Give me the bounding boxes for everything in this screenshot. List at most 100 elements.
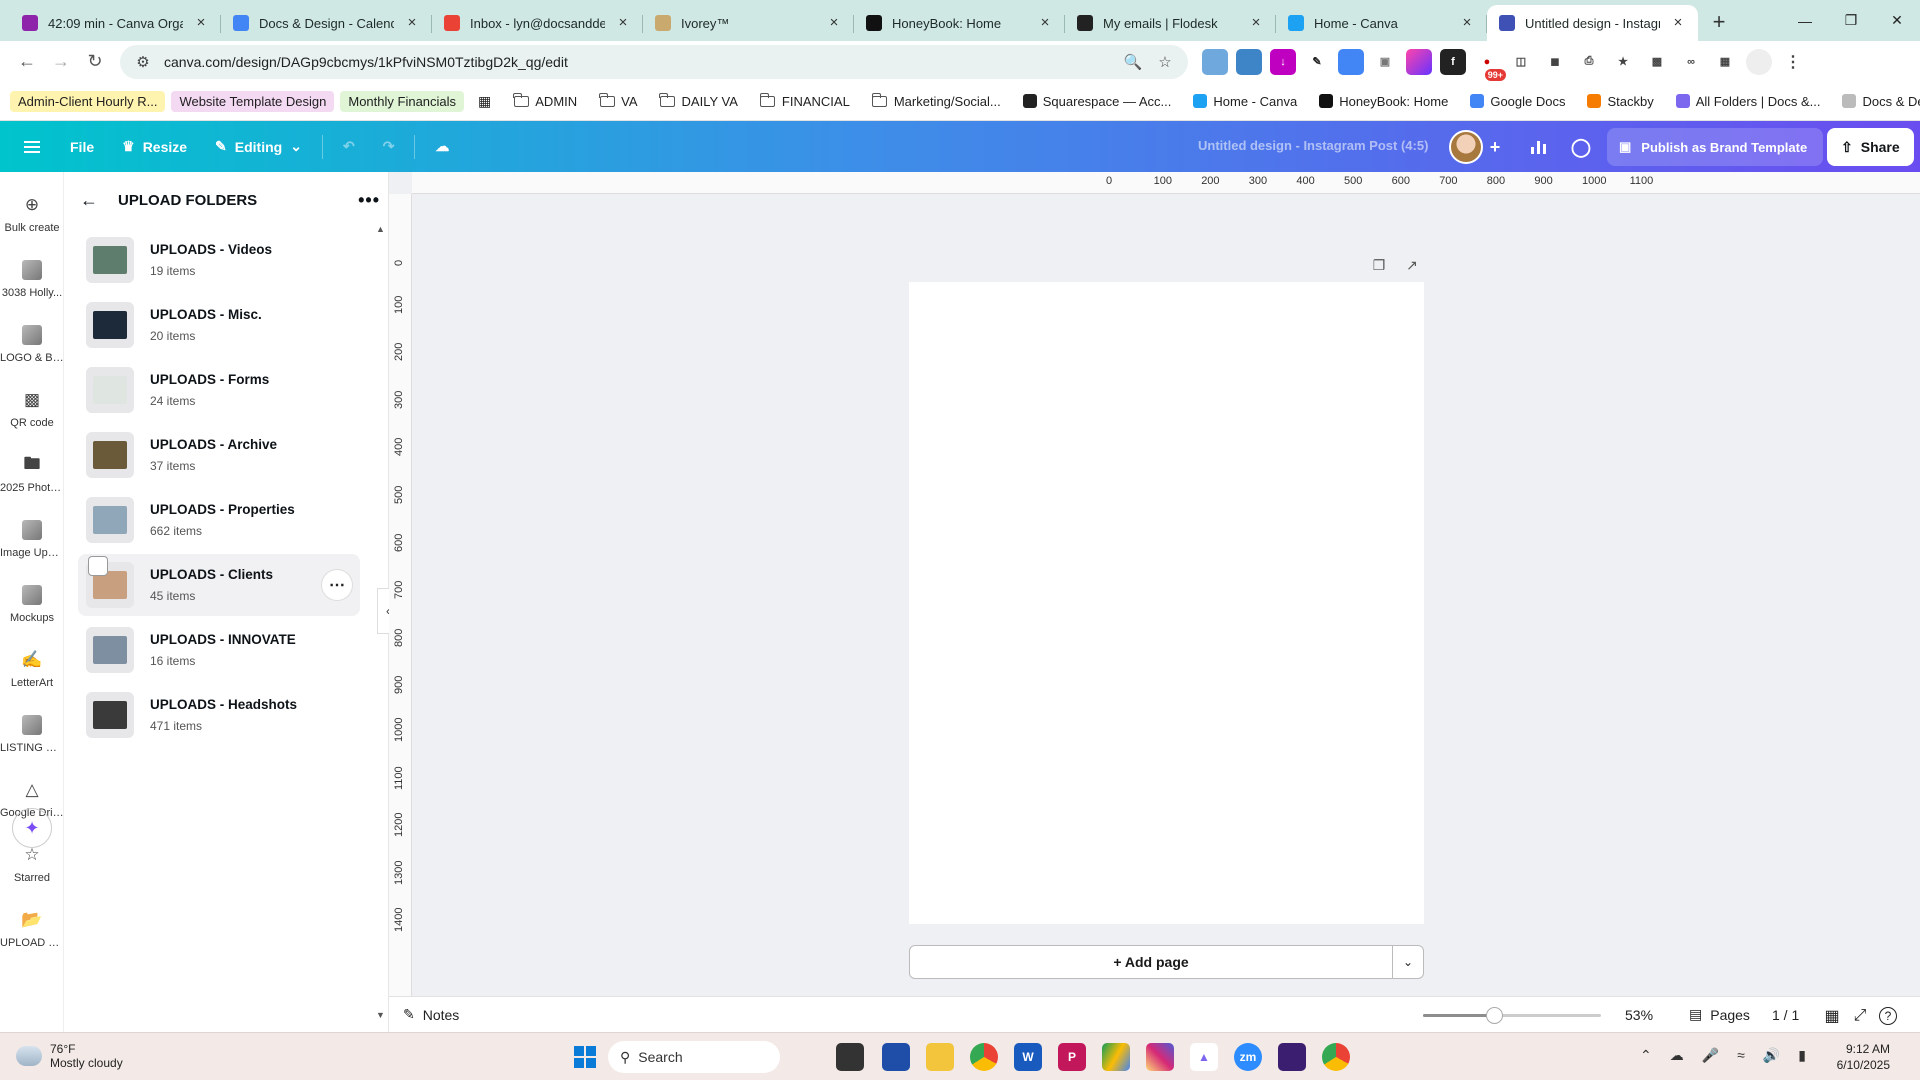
bookmark-item[interactable]: Docs & Design xyxy=(1834,91,1920,112)
undo-button[interactable]: ↶ xyxy=(329,129,369,165)
bookmark-item[interactable]: HoneyBook: Home xyxy=(1311,91,1456,112)
tab-close-icon[interactable]: × xyxy=(193,15,209,31)
app-icon-blue[interactable] xyxy=(882,1043,910,1071)
microphone-icon[interactable]: 🎤 xyxy=(1702,1047,1719,1064)
add-collaborator-button[interactable]: + xyxy=(1477,129,1513,165)
rail-item[interactable]: Mockups xyxy=(0,584,64,644)
folder-row[interactable]: UPLOADS - Misc. 20 items xyxy=(78,294,360,356)
file-explorer-icon[interactable] xyxy=(926,1043,954,1071)
browser-tab[interactable]: My emails | Flodesk × xyxy=(1065,5,1276,41)
extension-camera-icon[interactable]: ▣ xyxy=(1372,48,1398,75)
extension-eyedropper-icon[interactable]: ✎ xyxy=(1304,48,1330,75)
google-drive-icon[interactable] xyxy=(1102,1043,1130,1071)
instagram-icon[interactable] xyxy=(1146,1043,1174,1071)
extension-font-icon[interactable]: f xyxy=(1440,48,1466,75)
redo-button[interactable]: ↷ xyxy=(369,129,409,165)
main-menu-button[interactable] xyxy=(8,129,56,165)
folder-row[interactable]: UPLOADS - Forms 24 items xyxy=(78,359,360,421)
app-icon-purple[interactable] xyxy=(1278,1043,1306,1071)
extension-mail-icon[interactable]: ● 99+ xyxy=(1474,48,1506,81)
url-text[interactable]: canva.com/design/DAGp9cbcmys/1kPfviNSM0T… xyxy=(164,54,1112,70)
add-page-icon[interactable]: ↗ xyxy=(1403,256,1421,274)
rail-item[interactable]: ⊕ Bulk create xyxy=(0,194,64,254)
duplicate-page-icon[interactable]: ❐ xyxy=(1370,256,1388,274)
rail-item[interactable]: LOGO & BR... xyxy=(0,324,64,384)
bookmark-item[interactable]: DAILY VA xyxy=(652,91,746,112)
browser-tab[interactable]: HoneyBook: Home × xyxy=(854,5,1065,41)
notes-button[interactable]: ✎ Notes xyxy=(403,1006,459,1023)
bookmark-star-icon[interactable]: ☆ xyxy=(1154,53,1176,71)
weather-widget[interactable]: 76°F Mostly cloudy xyxy=(16,1042,123,1070)
tab-close-icon[interactable]: × xyxy=(404,15,420,31)
browser-tab[interactable]: Home - Canva × xyxy=(1276,5,1487,41)
address-bar[interactable]: ⚙ canva.com/design/DAGp9cbcmys/1kPfviNSM… xyxy=(120,44,1188,79)
link-icon[interactable]: ∞ xyxy=(1678,48,1704,75)
scroll-down-arrow[interactable]: ▼ xyxy=(376,1010,385,1020)
scroll-up-arrow[interactable]: ▲ xyxy=(376,224,385,234)
tab-close-icon[interactable]: × xyxy=(615,15,631,31)
design-page[interactable] xyxy=(909,282,1424,924)
publish-brand-template-button[interactable]: ▣ Publish as Brand Template xyxy=(1607,128,1824,166)
browser-tab[interactable]: Inbox - lyn@docsanddesig × xyxy=(432,5,643,41)
chrome-menu-icon[interactable]: ⋮ xyxy=(1780,48,1806,75)
clickup-icon[interactable]: ▲ xyxy=(1190,1043,1218,1071)
extension-printer-icon[interactable] xyxy=(1236,48,1262,75)
folder-row[interactable]: UPLOADS - Headshots 471 items xyxy=(78,684,360,746)
bookmark-item[interactable]: Stackby xyxy=(1579,91,1661,112)
zoom-slider[interactable] xyxy=(1423,1007,1601,1024)
folder-select-checkbox[interactable] xyxy=(88,556,108,576)
chrome-active-icon[interactable] xyxy=(1322,1043,1350,1071)
forward-button[interactable]: → xyxy=(44,45,78,79)
close-window-button[interactable]: ✕ xyxy=(1874,0,1920,41)
task-view-icon[interactable] xyxy=(836,1043,864,1071)
grid-view-icon[interactable]: ▦ xyxy=(1821,1005,1843,1027)
rail-item[interactable]: Image Upsc... xyxy=(0,519,64,579)
bookmark-item[interactable]: FINANCIAL xyxy=(752,91,858,112)
rail-item[interactable]: LISTING PI... xyxy=(0,714,64,774)
tab-search-icon[interactable]: ▦ xyxy=(1712,48,1738,75)
tab-close-icon[interactable]: × xyxy=(1037,15,1053,31)
help-icon[interactable]: ? xyxy=(1879,1007,1897,1025)
restore-button[interactable]: ❐ xyxy=(1828,0,1874,41)
rail-item[interactable]: 3038 Holly... xyxy=(0,259,64,319)
rail-item[interactable]: 📂 UPLOAD FO... xyxy=(0,909,64,969)
back-arrow-icon[interactable]: ← xyxy=(80,190,104,211)
editing-mode-button[interactable]: ✎ Editing ⌄ xyxy=(201,129,316,165)
more-options-icon[interactable]: ••• xyxy=(358,190,380,211)
add-page-options-chevron[interactable]: ⌄ xyxy=(1392,945,1424,979)
folder-row[interactable]: UPLOADS - Videos 19 items xyxy=(78,229,360,291)
word-icon[interactable]: W xyxy=(1014,1043,1042,1071)
bookmark-manager-icon[interactable]: ★ xyxy=(1610,48,1636,75)
site-info-icon[interactable]: ⚙ xyxy=(132,53,154,71)
rail-item[interactable]: ☆ Starred xyxy=(0,844,64,904)
folder-row[interactable]: UPLOADS - Properties 662 items xyxy=(78,489,360,551)
windows-start-icon[interactable] xyxy=(571,1043,599,1071)
reload-button[interactable]: ↻ xyxy=(78,45,112,79)
battery-icon[interactable]: ▮ xyxy=(1798,1047,1806,1064)
screenshot-icon[interactable]: ◼ xyxy=(1542,48,1568,75)
zoom-app-icon[interactable]: zm xyxy=(1234,1043,1262,1071)
new-tab-button[interactable]: + xyxy=(1704,8,1734,38)
rail-item[interactable]: ▩ QR code xyxy=(0,389,64,449)
browser-tab[interactable]: Ivorey™ × xyxy=(643,5,854,41)
apps-grid-icon[interactable]: ▦ xyxy=(470,90,499,113)
tab-close-icon[interactable]: × xyxy=(826,15,842,31)
browser-tab[interactable]: 42:09 min - Canva Organiz × xyxy=(10,5,221,41)
print-icon[interactable]: ⎙ xyxy=(1576,48,1602,75)
minimize-button[interactable]: — xyxy=(1782,0,1828,41)
extension-color-icon[interactable] xyxy=(1406,48,1432,75)
profile-icon[interactable] xyxy=(1746,48,1772,75)
comments-icon[interactable]: ◯ xyxy=(1563,129,1599,165)
chrome-icon[interactable] xyxy=(970,1043,998,1071)
chevron-up-icon[interactable]: ⌃ xyxy=(1640,1047,1652,1064)
bookmark-item[interactable]: All Folders | Docs &... xyxy=(1668,91,1829,112)
zoom-value[interactable]: 53% xyxy=(1625,1007,1653,1023)
zoom-slider-handle[interactable] xyxy=(1486,1007,1504,1024)
qr-icon[interactable]: ▩ xyxy=(1644,48,1670,75)
folder-row[interactable]: UPLOADS - Archive 37 items xyxy=(78,424,360,486)
tab-close-icon[interactable]: × xyxy=(1670,15,1686,31)
bookmark-item[interactable]: Monthly Financials xyxy=(340,90,465,112)
resize-button[interactable]: ♛ Resize xyxy=(108,129,201,165)
picsart-icon[interactable]: P xyxy=(1058,1043,1086,1071)
fullscreen-icon[interactable]: ⤢ xyxy=(1849,1005,1871,1027)
